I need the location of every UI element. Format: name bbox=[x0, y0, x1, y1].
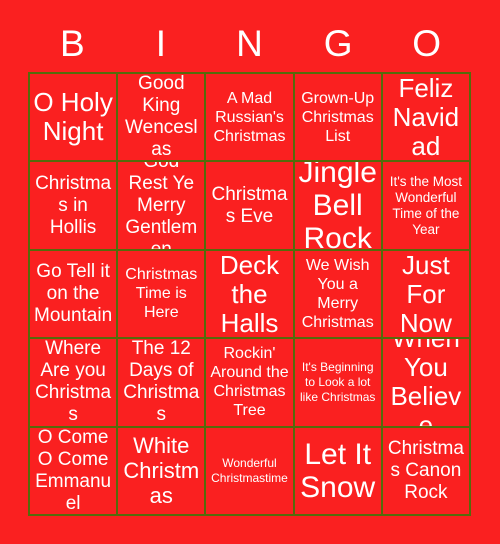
bingo-cell[interactable]: O Holy Night bbox=[30, 74, 119, 163]
bingo-cell[interactable]: Rockin' Around the Christmas Tree bbox=[206, 339, 295, 428]
bingo-card: B I N G O O Holy Night Good King Wencesl… bbox=[0, 0, 500, 544]
bingo-cell-label: Grown-Up Christmas List bbox=[301, 89, 375, 145]
bingo-grid: O Holy Night Good King Wenceslas A Mad R… bbox=[28, 72, 471, 516]
bingo-cell-label: It's Beginning to Look a lot like Christ… bbox=[300, 359, 376, 404]
bingo-cell[interactable]: Go Tell it on the Mountain bbox=[30, 250, 119, 340]
bingo-cell[interactable]: White Christmas bbox=[118, 427, 207, 516]
bingo-cell[interactable]: Deck the Halls bbox=[206, 250, 295, 340]
bingo-cell[interactable]: Christmas Time is Here bbox=[118, 250, 207, 340]
bingo-header-letter-n: N bbox=[236, 23, 263, 64]
bingo-cell[interactable]: It's Beginning to Look a lot like Christ… bbox=[294, 339, 383, 428]
bingo-cell-label: We Wish You a Merry Christmas bbox=[301, 256, 374, 331]
bingo-cell-label: O Holy Night bbox=[33, 87, 113, 147]
bingo-cell-label: Christmas Time is Here bbox=[125, 266, 198, 322]
bingo-cell[interactable]: Grown-Up Christmas List bbox=[294, 74, 383, 163]
bingo-cell-label: Where Are you Christmas bbox=[35, 339, 112, 426]
bingo-cell-label: Just For Now bbox=[399, 250, 452, 338]
bingo-header-letter-b: B bbox=[59, 23, 85, 64]
bingo-cell-label: Deck the Halls bbox=[219, 250, 280, 338]
bingo-header-letter-i: I bbox=[155, 23, 167, 64]
bingo-cell-label: When You Believe bbox=[390, 339, 462, 428]
bingo-cell[interactable]: Christmas in Hollis bbox=[30, 162, 119, 251]
bingo-cell-label: O Come O Come Emmanuel bbox=[35, 427, 112, 514]
bingo-header-letter-g: G bbox=[323, 23, 353, 64]
bingo-cell[interactable]: When You Believe bbox=[382, 339, 471, 428]
bingo-cell[interactable]: Let It Snow bbox=[294, 427, 383, 516]
bingo-header: B I N G O bbox=[28, 16, 471, 72]
bingo-cell-label: Rockin' Around the Christmas Tree bbox=[210, 345, 289, 420]
bingo-cell-label: Let It Snow bbox=[300, 437, 376, 504]
bingo-cell-label: Christmas Eve bbox=[211, 183, 288, 227]
bingo-cell[interactable]: Feliz Navidad bbox=[382, 74, 471, 163]
bingo-cell[interactable]: A Mad Russian's Christmas bbox=[206, 74, 295, 163]
bingo-cell-label: Christmas in Hollis bbox=[35, 172, 112, 238]
bingo-cell[interactable]: Just For Now bbox=[382, 250, 471, 340]
bingo-cell[interactable]: Where Are you Christmas bbox=[30, 339, 119, 428]
bingo-cell[interactable]: Wonderful Christmastime bbox=[206, 427, 295, 516]
bingo-cell-label: Christmas Canon Rock bbox=[387, 437, 464, 503]
bingo-cell[interactable]: It's the Most Wonderful Time of the Year bbox=[382, 162, 471, 251]
bingo-cell-label: The 12 Days of Christmas bbox=[123, 339, 200, 426]
bingo-cell[interactable]: Christmas Eve bbox=[206, 162, 295, 251]
bingo-cell-label: Good King Wenceslas bbox=[125, 74, 198, 161]
bingo-cell[interactable]: Jingle Bell Rock bbox=[294, 162, 383, 251]
bingo-cell-label: White Christmas bbox=[123, 433, 200, 509]
bingo-cell[interactable]: Christmas Canon Rock bbox=[382, 427, 471, 516]
bingo-cell-label: God Rest Ye Merry Gentlemen bbox=[125, 162, 198, 251]
bingo-cell-label: Go Tell it on the Mountain bbox=[34, 260, 113, 326]
bingo-cell[interactable]: Good King Wenceslas bbox=[118, 74, 207, 163]
bingo-cell-label: It's the Most Wonderful Time of the Year bbox=[389, 173, 463, 237]
bingo-cell[interactable]: O Come O Come Emmanuel bbox=[30, 427, 119, 516]
bingo-cell-label: Jingle Bell Rock bbox=[298, 162, 377, 251]
bingo-cell-label: Wonderful Christmastime bbox=[211, 455, 288, 485]
bingo-cell[interactable]: The 12 Days of Christmas bbox=[118, 339, 207, 428]
bingo-cell-label: Feliz Navidad bbox=[392, 74, 460, 161]
bingo-cell[interactable]: We Wish You a Merry Christmas bbox=[294, 250, 383, 340]
bingo-cell-label: A Mad Russian's Christmas bbox=[213, 89, 286, 145]
bingo-cell[interactable]: God Rest Ye Merry Gentlemen bbox=[118, 162, 207, 251]
bingo-header-letter-o: O bbox=[412, 23, 442, 64]
